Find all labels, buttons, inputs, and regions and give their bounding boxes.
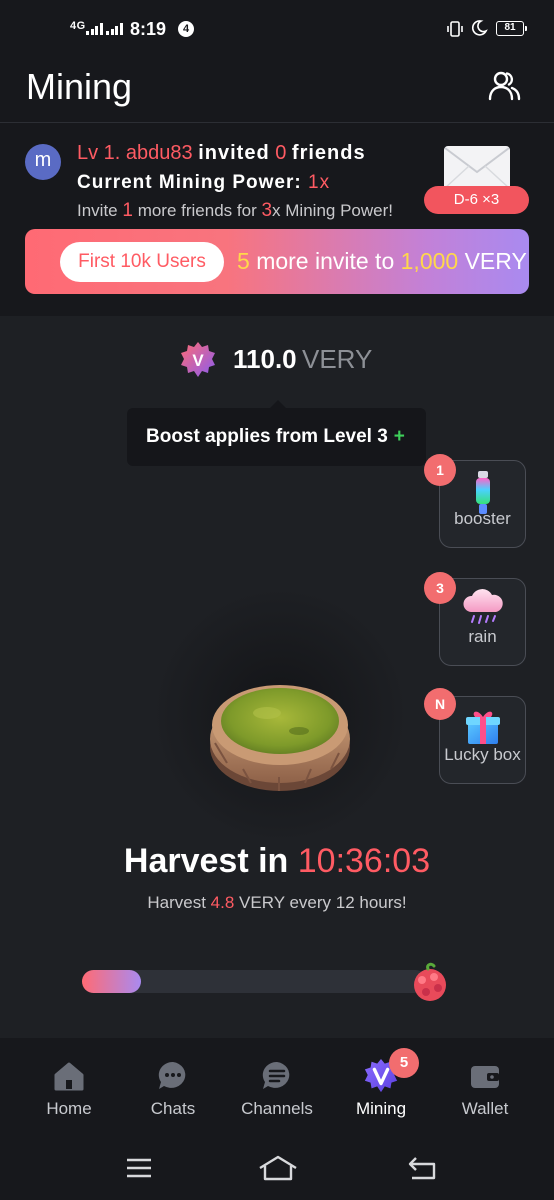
invite-status-line: Lv 1. abdu83 invited 0 friends (77, 142, 366, 165)
channels-icon (262, 1061, 290, 1089)
balance: V 110.0 VERY (0, 338, 554, 382)
invite-hint-multiplier: 3 (261, 200, 273, 221)
nav-chats[interactable]: Chats (118, 1058, 228, 1119)
invite-hint-middle: more friends for (137, 201, 257, 220)
invited-count: 0 (275, 142, 287, 164)
nav-home[interactable]: Home (14, 1058, 124, 1119)
chat-icon (158, 1061, 186, 1089)
notification-count: 4 (178, 21, 194, 37)
avatar[interactable]: m (25, 144, 61, 180)
promo-count: 5 (237, 248, 250, 274)
promo-amount: 1,000 (400, 248, 459, 274)
plus-icon: + (393, 426, 405, 447)
mining-nav-badge: 5 (389, 1048, 419, 1078)
nav-home-label: Home (46, 1099, 92, 1118)
invite-hint-prefix: Invite (77, 201, 118, 220)
mining-power-label: Current Mining Power: (77, 172, 302, 193)
status-bar: 4G 8:19 4 81 (0, 0, 554, 60)
booster-label: booster (454, 509, 511, 528)
harvest-progress-fill (82, 970, 141, 993)
nav-mining-label: Mining (355, 1099, 407, 1118)
menu-icon[interactable] (125, 1154, 153, 1182)
signal-icon-2 (106, 22, 123, 35)
booster-badge: 1 (424, 454, 456, 486)
harvest-countdown: Harvest in 10:36:03 (0, 842, 554, 881)
nav-mining[interactable]: Mining 5 (326, 1048, 436, 1119)
friends-icon[interactable] (486, 68, 522, 104)
farm-plot-image[interactable] (207, 673, 353, 795)
clock: 8:19 (130, 19, 167, 39)
home-button-icon[interactable] (258, 1154, 298, 1182)
nav-channels[interactable]: Channels (222, 1058, 332, 1119)
harvest-sub-amount: 4.8 (210, 893, 235, 912)
home-icon (54, 1062, 84, 1091)
promo-middle: more invite to (256, 248, 395, 274)
harvest-timer: 10:36:03 (297, 842, 431, 880)
lucky-box-badge: N (424, 688, 456, 720)
harvest-progress-bar (82, 970, 427, 993)
signal-icon (86, 22, 103, 35)
vibrate-icon (447, 21, 463, 37)
harvest-info: Harvest 4.8 VERY every 12 hours! (0, 893, 554, 913)
page-title: Mining (26, 66, 133, 107)
rain-badge: 3 (424, 572, 456, 604)
invited-suffix: friends (291, 142, 366, 164)
battery-icon: 81 (496, 21, 527, 36)
nav-chats-label: Chats (150, 1099, 196, 1118)
boost-tooltip-label: Boost applies from Level 3 (146, 426, 388, 447)
system-nav-bar (0, 1138, 554, 1200)
balance-amount: 110.0 (233, 344, 297, 374)
lucky-box-label: Lucky box (444, 745, 521, 764)
mining-power-value: 1x (308, 172, 331, 193)
rain-cloud-icon (462, 589, 503, 624)
harvest-sub-suffix: VERY every 12 hours! (239, 893, 407, 912)
nav-channels-label: Channels (241, 1099, 313, 1118)
balance-unit: VERY (302, 344, 373, 374)
balance-badge-letter: V (192, 351, 204, 370)
moon-icon (471, 20, 488, 36)
wallet-icon (471, 1066, 499, 1088)
invite-hint-line: Invite 1 more friends for 3x Mining Powe… (77, 200, 393, 222)
back-icon[interactable] (406, 1154, 438, 1182)
network-type: 4G (70, 20, 86, 32)
very-logo-icon: V (181, 342, 215, 377)
harvest-title-prefix: Harvest in (123, 842, 289, 880)
nav-wallet-label: Wallet (461, 1099, 509, 1118)
promo-banner[interactable]: First 10k Users 5 more invite to 1,000 V… (25, 229, 529, 294)
harvest-sub-prefix: Harvest (147, 893, 206, 912)
promo-pill: First 10k Users (60, 242, 224, 282)
invited-prefix: invited (198, 142, 270, 164)
boost-tooltip-text: Boost applies from Level 3 + (146, 426, 405, 448)
gift-box-icon (465, 711, 500, 744)
invite-hint-count: 1 (122, 200, 133, 221)
rain-label: rain (468, 627, 497, 646)
nav-wallet[interactable]: Wallet (430, 1058, 540, 1119)
user-level: Lv 1. abdu83 (77, 142, 193, 164)
promo-text: 5 more invite to 1,000 VERY (237, 248, 527, 275)
promo-unit: VERY (464, 248, 527, 274)
header-divider (0, 122, 554, 123)
invite-hint-suffix: x Mining Power! (272, 201, 393, 220)
boost-tooltip: Boost applies from Level 3 + (127, 400, 426, 466)
invite-reward-badge[interactable]: D-6 ×3 (424, 186, 529, 214)
mining-power-line: Current Mining Power: 1x (77, 172, 330, 194)
fruit-icon (414, 962, 446, 1001)
